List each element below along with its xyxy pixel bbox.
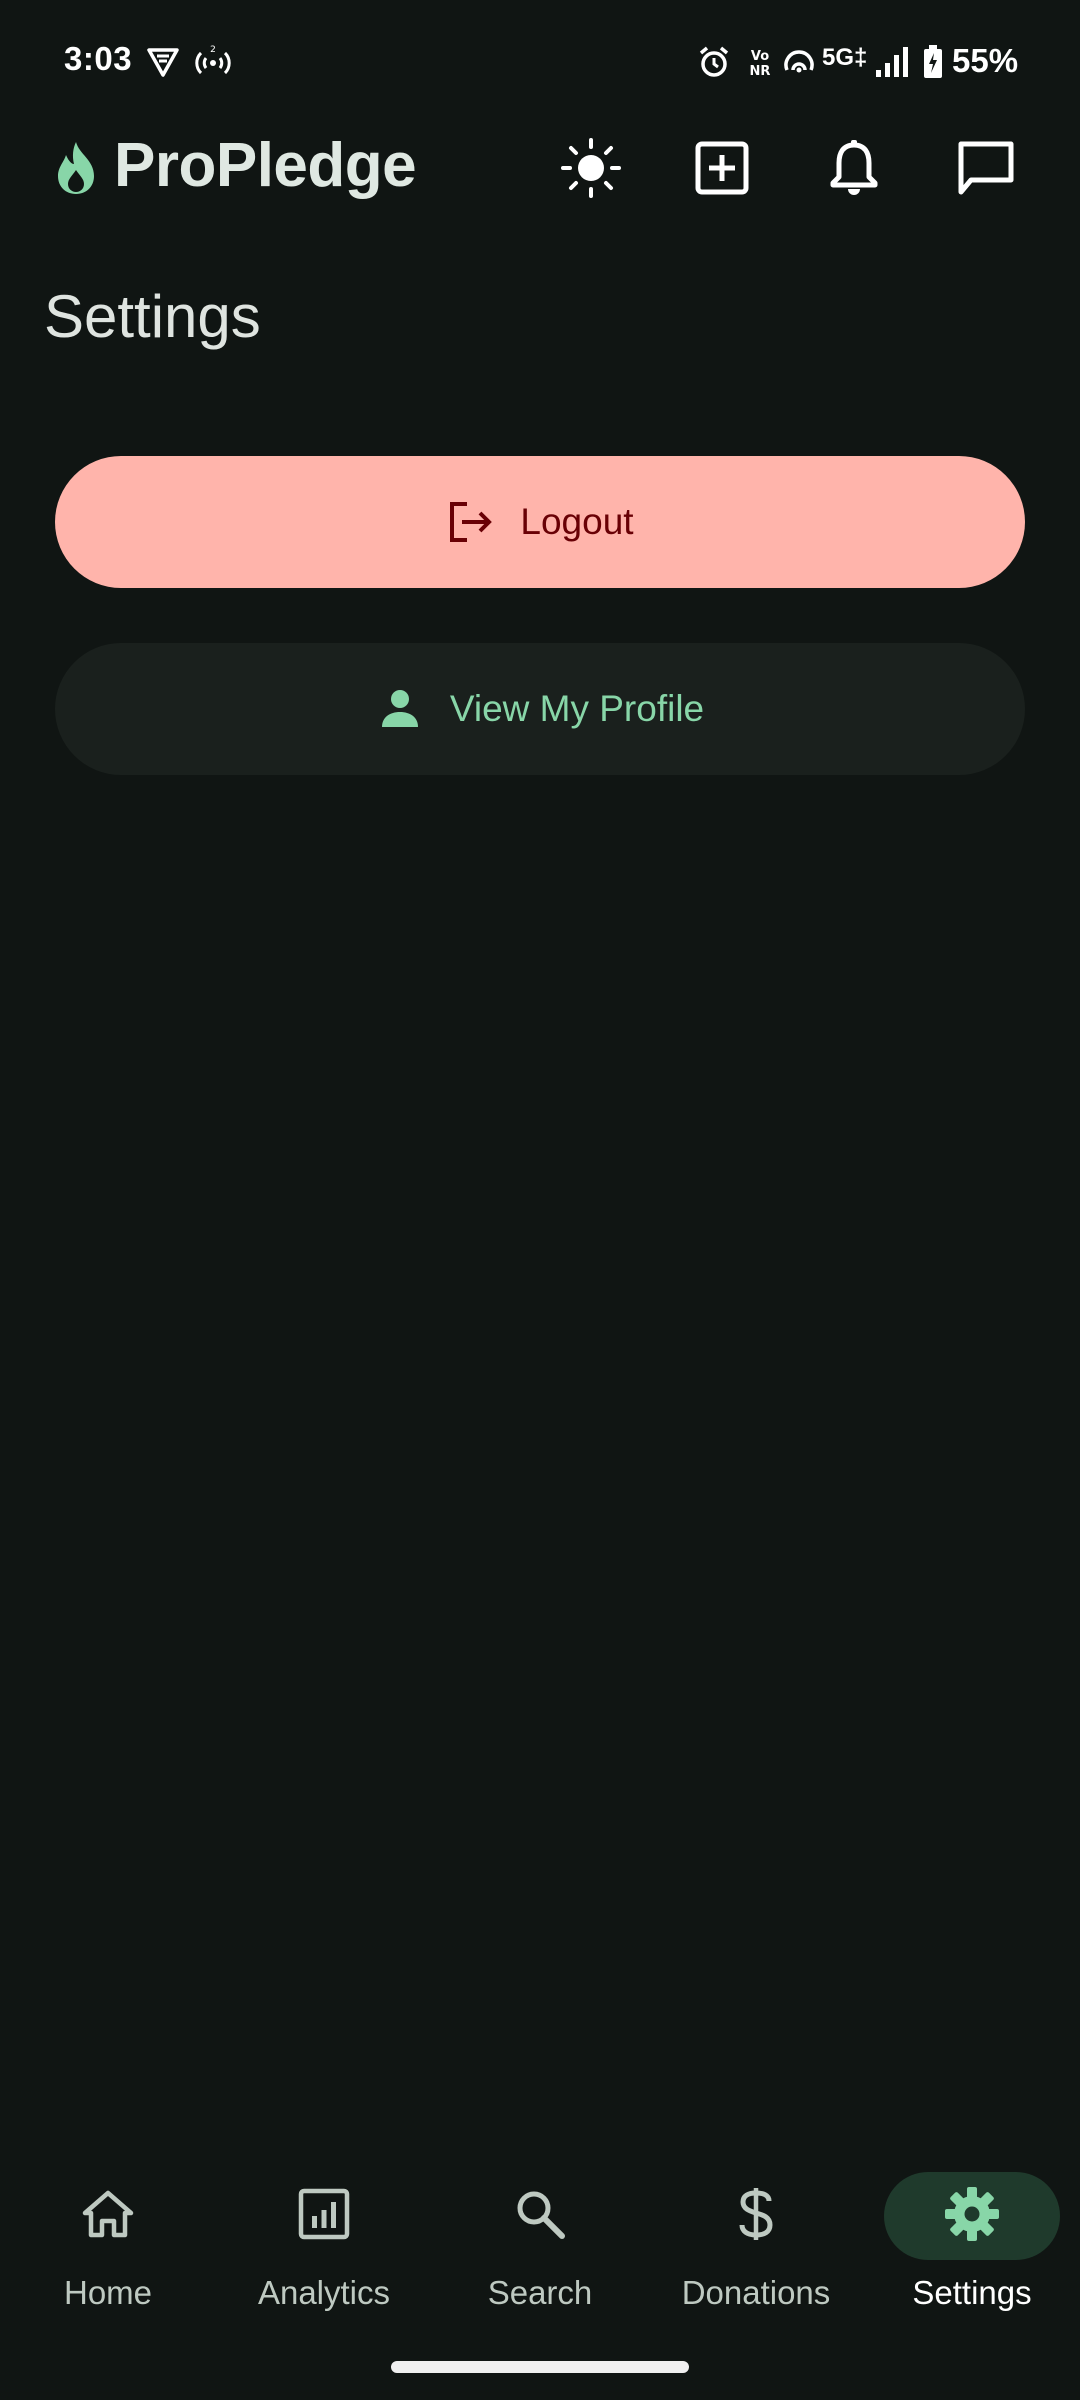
vpn-shield-icon <box>146 44 180 80</box>
create-button[interactable] <box>686 134 758 206</box>
dollar-icon <box>736 2186 776 2247</box>
search-icon <box>514 2188 566 2245</box>
settings-screen: 3:03 2 Vo NR 5G‡ 55% ProPledge Settings … <box>0 0 1080 2400</box>
page-title: Settings <box>44 283 261 350</box>
view-profile-label: View My Profile <box>449 688 705 729</box>
nav-label-analytics: Analytics <box>257 2274 391 2311</box>
nav-indicator <box>236 2172 412 2260</box>
battery-percent: 55% <box>952 42 1019 79</box>
status-time: 3:03 <box>64 40 133 77</box>
nav-indicator <box>452 2172 628 2260</box>
vonr-icon: Vo NR <box>744 44 776 80</box>
nav-indicator <box>20 2172 196 2260</box>
view-profile-button[interactable]: View My Profile <box>55 643 1025 775</box>
flame-icon <box>52 140 100 196</box>
add-box-icon <box>695 141 749 200</box>
notifications-button[interactable] <box>818 134 890 206</box>
wifi-calling-icon <box>782 44 816 80</box>
alarm-icon <box>696 44 732 80</box>
chat-icon <box>957 140 1015 201</box>
nav-label-settings: Settings <box>912 2274 1032 2311</box>
network-type: 5G‡ <box>822 44 868 71</box>
bell-icon <box>829 139 879 202</box>
app-title: ProPledge <box>114 131 417 200</box>
gear-icon <box>943 2185 1001 2248</box>
nav-item-settings[interactable]: Settings <box>872 2172 1072 2332</box>
nav-label-home: Home <box>63 2274 153 2311</box>
svg-text:Vo: Vo <box>751 49 769 64</box>
sun-icon <box>560 137 622 204</box>
home-icon <box>81 2189 135 2244</box>
logout-button[interactable]: Logout <box>55 456 1025 588</box>
battery-icon <box>922 44 944 80</box>
analytics-icon <box>298 2188 350 2245</box>
nav-item-analytics[interactable]: Analytics <box>224 2172 424 2332</box>
nav-item-home[interactable]: Home <box>8 2172 208 2332</box>
signal-icon <box>874 44 910 80</box>
gesture-bar[interactable] <box>391 2361 689 2373</box>
hotspot-icon: 2 <box>194 44 232 80</box>
nav-item-search[interactable]: Search <box>440 2172 640 2332</box>
nav-indicator <box>668 2172 844 2260</box>
nav-label-donations: Donations <box>681 2274 831 2311</box>
app-bar: ProPledge <box>0 120 1080 220</box>
nav-indicator-active <box>884 2172 1060 2260</box>
svg-text:2: 2 <box>210 45 216 55</box>
svg-text:NR: NR <box>750 64 771 78</box>
nav-label-search: Search <box>487 2274 593 2311</box>
logout-label: Logout <box>520 501 634 542</box>
person-icon <box>376 685 424 733</box>
logout-icon <box>446 498 494 546</box>
nav-item-donations[interactable]: Donations <box>656 2172 856 2332</box>
status-bar: 3:03 2 Vo NR 5G‡ 55% <box>0 0 1080 120</box>
theme-toggle-button[interactable] <box>555 134 627 206</box>
messages-button[interactable] <box>950 134 1022 206</box>
